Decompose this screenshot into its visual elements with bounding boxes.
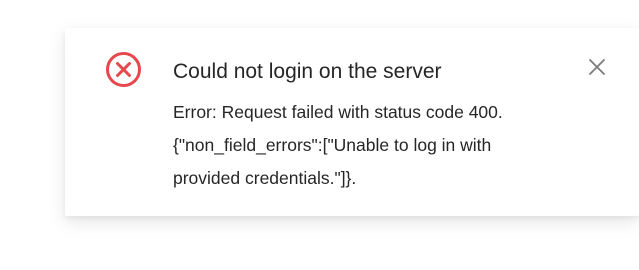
page: Could not login on the server Error: Req… bbox=[0, 0, 639, 270]
message-line: {"non_field_errors":["Unable to log in w… bbox=[173, 135, 492, 155]
message-line: provided credentials."]}. bbox=[173, 168, 357, 188]
message-line: Error: Request failed with status code 4… bbox=[173, 102, 503, 122]
close-button[interactable] bbox=[585, 57, 609, 81]
notification-title: Could not login on the server bbox=[173, 60, 442, 83]
close-icon bbox=[588, 58, 606, 81]
error-notification: Could not login on the server Error: Req… bbox=[65, 28, 639, 216]
notification-message: Error: Request failed with status code 4… bbox=[173, 96, 583, 195]
error-circle-x-icon bbox=[105, 51, 142, 88]
